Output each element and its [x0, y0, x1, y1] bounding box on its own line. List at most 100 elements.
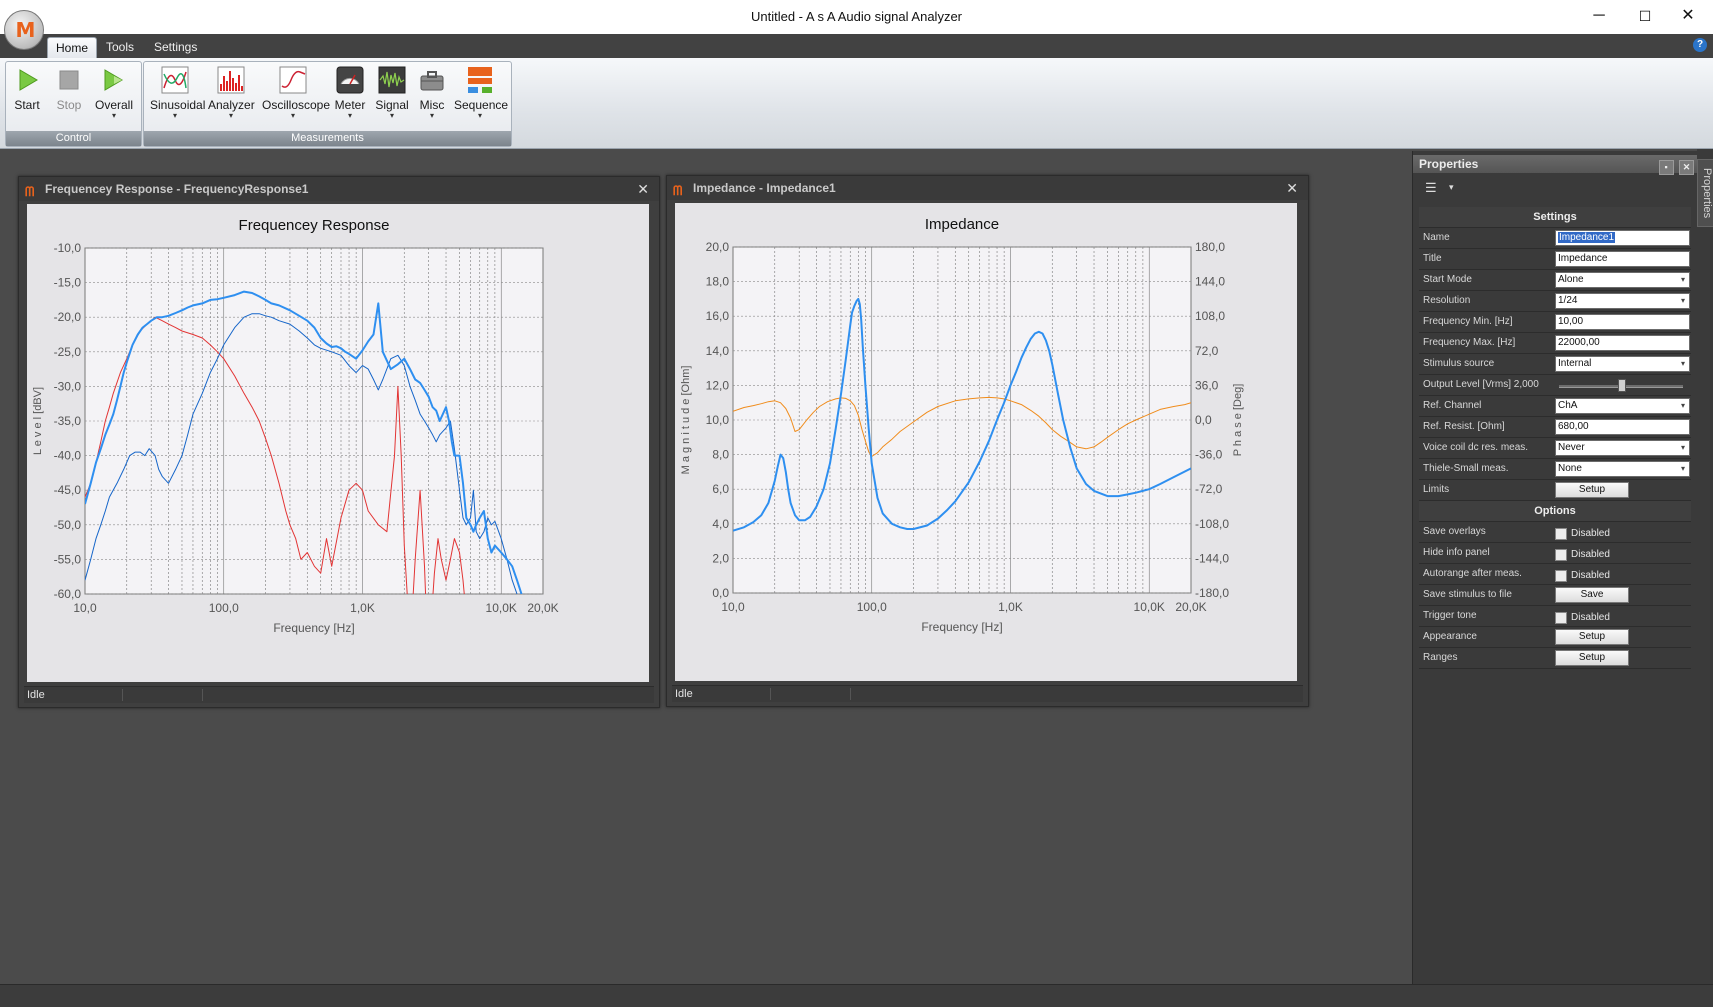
y-tick-label: 14,0: [706, 344, 730, 358]
frequency-response-chart-area: Frequencey Response Frequency [Hz] L e v e…: [27, 204, 649, 682]
window-title: Untitled - A s A Audio signal Analyzer: [750, 9, 963, 24]
meter-button[interactable]: Meter ▾: [330, 66, 370, 120]
property-text-field[interactable]: Impedance: [1555, 251, 1690, 267]
checkbox-icon[interactable]: [1555, 548, 1567, 561]
tab-settings[interactable]: Settings: [146, 37, 205, 58]
property-dropdown[interactable]: Alone ▾: [1555, 272, 1690, 288]
property-checkbox[interactable]: Disabled: [1555, 610, 1610, 624]
signal-button[interactable]: Signal ▾: [374, 66, 410, 120]
properties-side-tab[interactable]: Properties: [1697, 159, 1713, 227]
checkbox-icon[interactable]: [1555, 569, 1567, 582]
property-value: Impedance1: [1558, 232, 1616, 243]
ribbon: Start Stop Overall ▾ Control Sinusoidal …: [0, 58, 1713, 149]
property-value: Never: [1558, 442, 1585, 453]
property-dropdown[interactable]: Never ▾: [1555, 440, 1690, 456]
chart-title: Impedance: [925, 216, 999, 233]
properties-toolbar: ☰ ▾: [1419, 175, 1471, 201]
close-button[interactable]: ✕: [1665, 4, 1711, 28]
property-name: Save stimulus to file: [1423, 589, 1512, 600]
slider-thumb[interactable]: [1618, 379, 1626, 392]
y-tick-label: 16,0: [706, 309, 730, 323]
property-name: Frequency Max. [Hz]: [1423, 337, 1516, 348]
y-tick-label: 6,0: [712, 482, 729, 496]
property-grid: Settings Name Impedance1 Title Impedance Star…: [1419, 207, 1691, 669]
stop-button[interactable]: Stop: [54, 66, 84, 112]
y-tick-label: -10,0: [54, 241, 82, 255]
start-button[interactable]: Start: [12, 66, 42, 112]
list-view-icon[interactable]: ☰: [1425, 180, 1437, 196]
property-button[interactable]: Setup: [1555, 650, 1629, 666]
misc-label: Misc: [419, 98, 445, 112]
chevron-down-icon: ▾: [1680, 275, 1685, 284]
close-icon[interactable]: ✕: [637, 177, 649, 201]
property-name: Ref. Channel: [1423, 400, 1482, 411]
group-label-measurements: Measurements: [144, 131, 511, 146]
property-dropdown[interactable]: ChA ▾: [1555, 398, 1690, 414]
frequency-response-panel-title-text: Frequencey Response - FrequencyResponse1: [45, 182, 309, 196]
y-tick-label: -45,0: [54, 483, 82, 497]
property-row: Output Level [Vrms] 2,000: [1419, 375, 1691, 396]
checkbox-icon[interactable]: [1555, 527, 1567, 540]
tab-tools[interactable]: Tools: [98, 37, 142, 58]
x-tick-label: 10,0: [73, 601, 97, 615]
property-value: 680,00: [1558, 421, 1589, 432]
property-dropdown[interactable]: Internal ▾: [1555, 356, 1690, 372]
oscilloscope-icon: [279, 66, 307, 94]
property-text-field[interactable]: 10,00: [1555, 314, 1690, 330]
impedance-chart: Impedance Frequency [Hz] M a g n i t u d e…: [680, 216, 1244, 634]
property-name: Autorange after meas.: [1423, 568, 1522, 579]
status-divider: [770, 688, 771, 700]
x-tick-label: 10,0: [721, 600, 745, 614]
property-checkbox[interactable]: Disabled: [1555, 568, 1610, 582]
tab-home[interactable]: Home: [47, 37, 98, 59]
close-icon[interactable]: ✕: [1679, 160, 1694, 175]
property-dropdown[interactable]: 1/24 ▾: [1555, 293, 1690, 309]
chevron-down-icon[interactable]: ▾: [1449, 182, 1454, 193]
y2-tick-label: 108,0: [1195, 309, 1225, 323]
ribbon-group-control: Start Stop Overall ▾ Control: [5, 61, 142, 147]
property-text-field[interactable]: 22000,00: [1555, 335, 1690, 351]
checkbox-icon[interactable]: [1555, 611, 1567, 624]
sinusoidal-button[interactable]: Sinusoidal ▾: [150, 66, 205, 120]
minimize-button[interactable]: ─: [1576, 4, 1622, 28]
y-axis-label: M a g n i t u d e [Ohm]: [680, 366, 692, 475]
property-text-field[interactable]: 680,00: [1555, 419, 1690, 435]
stop-label: Stop: [56, 98, 82, 112]
sinusoidal-icon: [161, 66, 189, 94]
property-dropdown[interactable]: None ▾: [1555, 461, 1690, 477]
property-button[interactable]: Setup: [1555, 482, 1629, 498]
ribbon-tab-bar: Home Tools Settings ?: [0, 34, 1713, 59]
property-button[interactable]: Save: [1555, 587, 1629, 603]
property-row: Ref. Resist. [Ohm] 680,00: [1419, 417, 1691, 438]
signal-icon: [378, 66, 406, 94]
y-tick-label: 18,0: [706, 275, 730, 289]
x-tick-label: 10,0K: [486, 601, 517, 615]
oscilloscope-button[interactable]: Oscilloscope ▾: [262, 66, 331, 120]
property-category: Options: [1419, 501, 1691, 522]
sequence-button[interactable]: Sequence ▾: [454, 66, 509, 120]
misc-button[interactable]: Misc ▾: [414, 66, 450, 120]
overall-button[interactable]: Overall ▾: [94, 66, 134, 120]
property-checkbox[interactable]: Disabled: [1555, 526, 1610, 540]
maximize-button[interactable]: ☐: [1622, 4, 1668, 28]
analyzer-dropdown-icon: ▾: [228, 111, 233, 120]
close-icon[interactable]: ✕: [1286, 176, 1298, 200]
property-text-field[interactable]: Impedance1: [1555, 230, 1690, 246]
oscilloscope-label: Oscilloscope: [262, 98, 331, 112]
property-row: Thiele-Small meas. None ▾: [1419, 459, 1691, 480]
x-tick-label: 20,0K: [527, 601, 558, 615]
output-level-slider[interactable]: [1559, 379, 1683, 392]
property-button[interactable]: Setup: [1555, 629, 1629, 645]
property-name: Name: [1423, 232, 1450, 243]
sequence-label: Sequence: [454, 98, 509, 112]
help-icon[interactable]: ?: [1693, 38, 1707, 52]
group-label-control: Control: [6, 131, 141, 146]
signal-label: Signal: [375, 98, 409, 112]
pin-icon[interactable]: ▪: [1658, 160, 1674, 175]
y-tick-label: -55,0: [54, 552, 82, 566]
property-checkbox[interactable]: Disabled: [1555, 547, 1610, 561]
app-menu-button[interactable]: M: [4, 10, 44, 50]
start-label: Start: [14, 98, 40, 112]
analyzer-button[interactable]: Analyzer ▾: [208, 66, 255, 120]
y-tick-label: 20,0: [706, 240, 730, 254]
